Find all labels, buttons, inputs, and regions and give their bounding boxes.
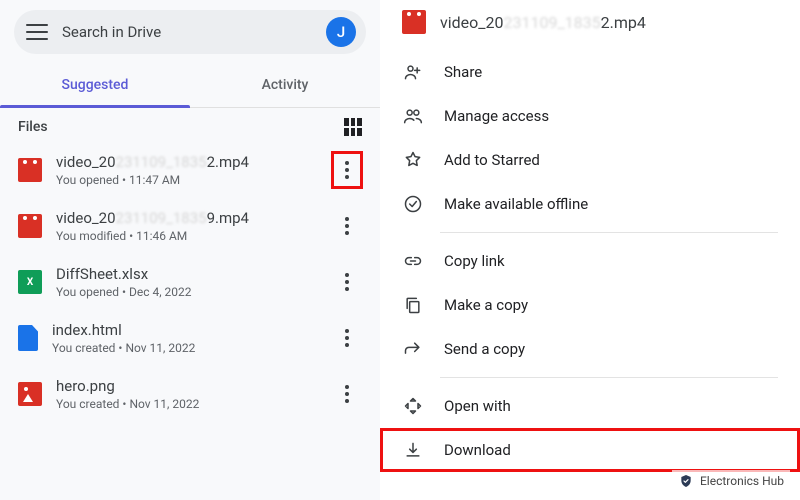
- xlsx-file-icon: X: [18, 270, 42, 294]
- image-file-icon: [18, 382, 42, 406]
- send-icon: [402, 338, 424, 360]
- video-file-icon: [18, 158, 42, 182]
- file-row[interactable]: video_20231109_18352.mp4 You opened • 11:…: [0, 142, 380, 198]
- offline-icon: [402, 193, 424, 215]
- drive-file-list-pane: Search in Drive J Suggested Activity Fil…: [0, 0, 380, 500]
- tabs: Suggested Activity: [0, 62, 380, 108]
- files-header: Files: [0, 108, 380, 142]
- file-name: DiffSheet.xlsx: [56, 265, 318, 283]
- file-text: video_20231109_18359.mp4 You modified • 1…: [56, 209, 318, 243]
- menu-manage-access[interactable]: Manage access: [380, 94, 800, 138]
- menu-label: Make a copy: [444, 296, 528, 314]
- menu-icon[interactable]: [26, 24, 48, 40]
- html-file-icon: [18, 325, 38, 351]
- menu-label: Share: [444, 63, 482, 81]
- file-meta: You modified • 11:46 AM: [56, 229, 318, 243]
- file-name: hero.png: [56, 377, 318, 395]
- more-options-button[interactable]: [332, 208, 362, 244]
- download-icon: [402, 439, 424, 461]
- file-list: video_20231109_18352.mp4 You opened • 11:…: [0, 142, 380, 500]
- context-file-header: video_20231109_18352.mp4: [380, 0, 800, 48]
- watermark-text: Electronics Hub: [700, 474, 784, 488]
- star-icon: [402, 149, 424, 171]
- share-icon: [402, 61, 424, 83]
- manage-access-icon: [402, 105, 424, 127]
- video-file-icon: [402, 10, 426, 34]
- tab-activity[interactable]: Activity: [190, 62, 380, 107]
- file-row[interactable]: hero.png You created • Nov 11, 2022: [0, 366, 380, 422]
- menu-make-copy[interactable]: Make a copy: [380, 283, 800, 327]
- menu-available-offline[interactable]: Make available offline: [380, 182, 800, 226]
- menu-copy-link[interactable]: Copy link: [380, 239, 800, 283]
- menu-open-with[interactable]: Open with: [380, 384, 800, 428]
- file-text: index.html You created • Nov 11, 2022: [52, 321, 318, 355]
- file-meta: You opened • Dec 4, 2022: [56, 285, 318, 299]
- file-row[interactable]: video_20231109_18359.mp4 You modified • 1…: [0, 198, 380, 254]
- menu-label: Open with: [444, 397, 511, 415]
- file-meta: You created • Nov 11, 2022: [52, 341, 318, 355]
- menu-divider: [440, 377, 778, 378]
- menu-label: Copy link: [444, 252, 505, 270]
- menu-download[interactable]: Download: [380, 428, 800, 472]
- file-text: DiffSheet.xlsx You opened • Dec 4, 2022: [56, 265, 318, 299]
- file-text: hero.png You created • Nov 11, 2022: [56, 377, 318, 411]
- file-name: video_20231109_18359.mp4: [56, 209, 318, 227]
- link-icon: [402, 250, 424, 272]
- context-menu-pane: video_20231109_18352.mp4 Share Manage ac…: [380, 0, 800, 500]
- more-options-button[interactable]: [332, 376, 362, 412]
- video-file-icon: [18, 214, 42, 238]
- open-with-icon: [402, 395, 424, 417]
- menu-label: Make available offline: [444, 195, 588, 213]
- search-bar[interactable]: Search in Drive J: [14, 10, 366, 54]
- copy-icon: [402, 294, 424, 316]
- tab-suggested[interactable]: Suggested: [0, 62, 190, 107]
- file-meta: You opened • 11:47 AM: [56, 173, 318, 187]
- context-file-name: video_20231109_18352.mp4: [440, 13, 646, 32]
- file-text: video_20231109_18352.mp4 You opened • 11:…: [56, 153, 318, 187]
- more-options-button[interactable]: [332, 152, 362, 188]
- menu-share[interactable]: Share: [380, 50, 800, 94]
- account-avatar[interactable]: J: [326, 17, 356, 47]
- grid-view-icon[interactable]: [344, 118, 362, 136]
- files-label: Files: [18, 119, 48, 135]
- menu-label: Send a copy: [444, 340, 525, 358]
- watermark: Electronics Hub: [672, 470, 790, 492]
- more-options-button[interactable]: [332, 320, 362, 356]
- shield-icon: [678, 472, 694, 490]
- file-meta: You created • Nov 11, 2022: [56, 397, 318, 411]
- search-placeholder: Search in Drive: [62, 23, 312, 41]
- file-row[interactable]: X DiffSheet.xlsx You opened • Dec 4, 2022: [0, 254, 380, 310]
- menu-label: Manage access: [444, 107, 549, 125]
- file-name: video_20231109_18352.mp4: [56, 153, 318, 171]
- more-options-button[interactable]: [332, 264, 362, 300]
- menu-label: Add to Starred: [444, 151, 540, 169]
- menu-divider: [440, 232, 778, 233]
- menu-send-copy[interactable]: Send a copy: [380, 327, 800, 371]
- menu-add-starred[interactable]: Add to Starred: [380, 138, 800, 182]
- file-name: index.html: [52, 321, 318, 339]
- file-row[interactable]: index.html You created • Nov 11, 2022: [0, 310, 380, 366]
- menu-label: Download: [444, 441, 511, 459]
